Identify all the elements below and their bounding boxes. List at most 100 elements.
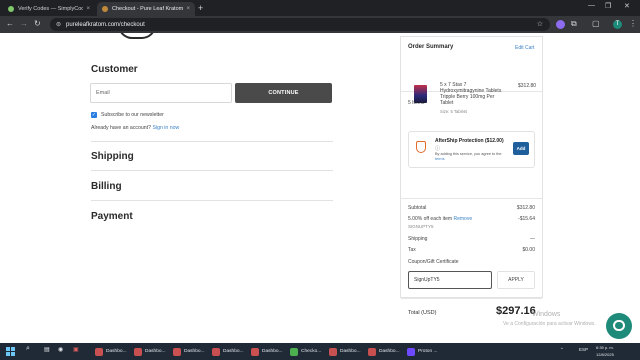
- menu-kebab-icon[interactable]: ⋮: [629, 19, 637, 28]
- taskbar-item-label: Checko...: [301, 349, 322, 354]
- discount-label: 5.00% off each item: [408, 216, 453, 222]
- customer-title: Customer: [91, 64, 138, 75]
- tab-checkout[interactable]: Checkout - Pure Leaf Kratom ×: [97, 2, 195, 16]
- forward-icon[interactable]: →: [20, 19, 28, 28]
- minimize-icon[interactable]: —: [588, 2, 595, 9]
- profile-avatar[interactable]: T: [613, 20, 622, 29]
- browser-tab-bar: Verify Codes — SimplyCodes × Checkout - …: [0, 0, 640, 16]
- app-icon: [329, 347, 337, 356]
- close-tab-icon[interactable]: ×: [86, 6, 90, 12]
- divider: [91, 200, 333, 201]
- tax-label: Tax: [408, 247, 416, 253]
- order-summary-title: Order Summary: [408, 44, 454, 50]
- product-options: Size: 5 Tablets: [440, 109, 468, 114]
- continue-button[interactable]: CONTINUE: [235, 83, 332, 103]
- taskbar-item[interactable]: Dashbo...: [134, 346, 166, 357]
- app-icon[interactable]: ▣: [73, 346, 79, 353]
- app-icon: [407, 347, 415, 356]
- aftership-description-text: By adding this service, you agree to the: [435, 152, 502, 156]
- chat-widget-button[interactable]: [606, 313, 632, 339]
- app-icon: [290, 347, 298, 356]
- product-image: [414, 85, 427, 103]
- aftership-title: AfterShip Protection ($12.00): [435, 138, 504, 144]
- apply-coupon-button[interactable]: APPLY: [497, 271, 535, 289]
- back-icon[interactable]: ←: [6, 19, 14, 28]
- windows-start-icon[interactable]: [6, 347, 15, 356]
- extensions-puzzle-icon[interactable]: ⧉: [571, 19, 577, 29]
- taskbar-item-label: Dashbo...: [340, 349, 361, 354]
- product-name: 5 x 7 Stax 7 Hydroxymitragynine Tablets …: [440, 82, 502, 106]
- app-icon: [212, 347, 220, 356]
- clock-time[interactable]: 6:39 p. m.: [596, 345, 614, 350]
- app-icon: [134, 347, 142, 356]
- file-explorer-icon[interactable]: ▤: [44, 346, 50, 353]
- edit-cart-link[interactable]: Edit Cart: [515, 45, 534, 51]
- close-tab-icon[interactable]: ×: [186, 6, 190, 12]
- close-window-icon[interactable]: ✕: [624, 2, 630, 10]
- total-value: $297.16: [496, 305, 536, 317]
- extension-icon[interactable]: [556, 20, 565, 29]
- new-tab-button[interactable]: +: [198, 3, 203, 13]
- taskbar-item[interactable]: Dashbo...: [329, 346, 361, 357]
- aftership-terms-link[interactable]: terms: [435, 157, 445, 161]
- billing-title: Billing: [91, 181, 122, 192]
- taskbar-item[interactable]: Dashbo...: [251, 346, 283, 357]
- windows-taskbar: ⌕ ▤ ◉ ▣ Dashbo... Dashbo... Dashbo... Da…: [0, 343, 640, 360]
- tray-chevron-icon[interactable]: ⌃: [560, 347, 564, 353]
- tab-title: Checkout - Pure Leaf Kratom: [112, 6, 184, 12]
- chat-bubble-icon: [613, 320, 625, 331]
- newsletter-checkbox[interactable]: ✓: [91, 112, 97, 118]
- clock-date[interactable]: 12/8/2025: [596, 352, 614, 357]
- product-price: $312.80: [518, 83, 537, 89]
- tab-title: Verify Codes — SimplyCodes: [18, 6, 84, 12]
- discount-row: 5.00% off each item Remove: [408, 216, 472, 222]
- taskbar-item[interactable]: Dashbo...: [173, 346, 205, 357]
- account-prompt: Already have an account? Sign in now: [91, 125, 179, 131]
- pureleaf-favicon-icon: [102, 6, 108, 12]
- url-text: pureleafkratom.com/checkout: [66, 21, 145, 28]
- language-indicator[interactable]: ESP: [579, 347, 588, 352]
- site-logo[interactable]: [118, 33, 156, 39]
- taskbar-item[interactable]: Proton ...: [407, 346, 437, 357]
- maximize-icon[interactable]: ❐: [605, 2, 611, 10]
- tab-simplycodes[interactable]: Verify Codes — SimplyCodes ×: [3, 2, 95, 16]
- aftership-description: By adding this service, you agree to the…: [435, 152, 510, 161]
- remove-discount-link[interactable]: Remove: [454, 216, 473, 222]
- app-icon: [368, 347, 376, 356]
- shipping-label: Shipping: [408, 236, 428, 242]
- taskbar-item[interactable]: Dashbo...: [212, 346, 244, 357]
- discount-value: -$15.64: [518, 216, 535, 222]
- bookmark-star-icon[interactable]: ☆: [537, 20, 543, 28]
- add-protection-button[interactable]: Add: [513, 142, 529, 155]
- app-icon: [173, 347, 181, 356]
- coupon-input[interactable]: [408, 271, 492, 289]
- coupon-link[interactable]: Coupon/Gift Certificate: [408, 259, 459, 265]
- newsletter-label: Subscribe to our newsletter: [101, 112, 164, 118]
- browser-toolbar: ← → ↻ ⊜ pureleafkratom.com/checkout ☆ ⧉ …: [0, 16, 640, 33]
- payment-title: Payment: [91, 211, 133, 222]
- taskbar-item[interactable]: Dashbo...: [368, 346, 400, 357]
- info-icon[interactable]: ⓘ: [435, 145, 440, 152]
- subtotal-value: $312.80: [516, 205, 535, 211]
- activation-watermark-title: Windows: [532, 311, 561, 318]
- divider: [401, 298, 542, 299]
- divider: [401, 198, 542, 199]
- shipping-value: —: [530, 236, 535, 242]
- simplycodes-favicon-icon: [8, 6, 14, 12]
- chrome-icon[interactable]: ◉: [58, 346, 63, 353]
- app-icon: [251, 347, 259, 356]
- sign-in-link[interactable]: Sign in now: [152, 125, 179, 131]
- email-field[interactable]: [90, 83, 232, 103]
- site-info-icon[interactable]: ⊜: [56, 21, 61, 28]
- discount-code: SIGNUPTY5: [408, 224, 434, 229]
- taskbar-item[interactable]: Checko...: [290, 346, 321, 357]
- taskbar-item-label: Dashbo...: [145, 349, 166, 354]
- taskbar-item-label: Dashbo...: [379, 349, 400, 354]
- search-icon[interactable]: ⌕: [26, 345, 30, 353]
- sidebar-icon[interactable]: ▢: [592, 19, 600, 28]
- account-prompt-text: Already have an account?: [91, 125, 151, 131]
- reload-icon[interactable]: ↻: [34, 19, 41, 28]
- total-label: Total (USD): [408, 310, 437, 316]
- taskbar-item[interactable]: Dashbo...: [95, 346, 127, 357]
- address-bar[interactable]: ⊜ pureleafkratom.com/checkout ☆: [50, 18, 550, 31]
